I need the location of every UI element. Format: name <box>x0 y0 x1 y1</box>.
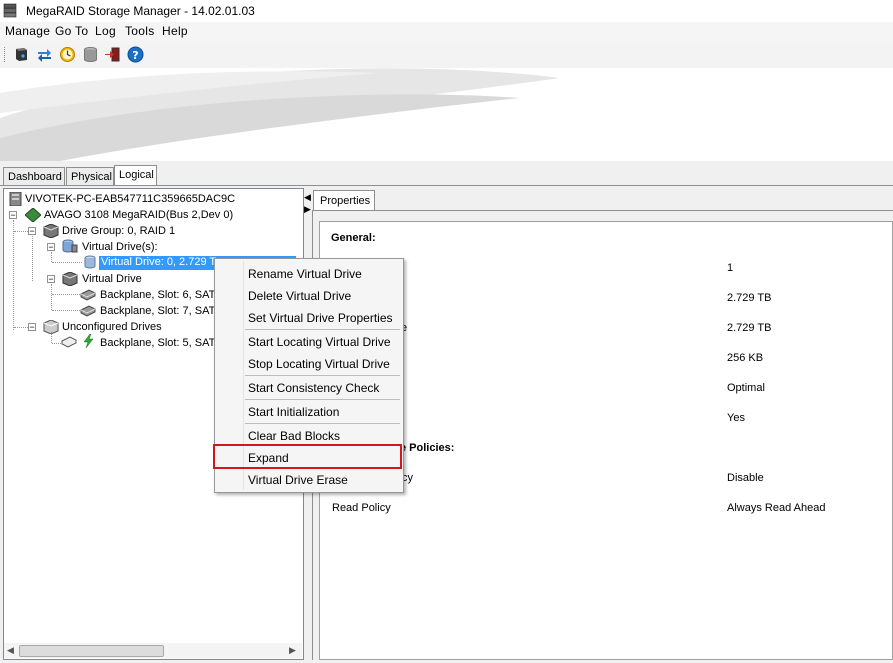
tree-line <box>32 236 33 281</box>
menu-separator <box>245 375 400 376</box>
tree-backplane-slot-5[interactable]: Backplane, Slot: 5, SATA <box>100 337 222 349</box>
tree-line <box>51 284 52 310</box>
tree-drive-group[interactable]: Drive Group: 0, RAID 1 <box>62 225 175 237</box>
tab-physical[interactable]: Physical <box>66 167 114 185</box>
property-value: 1 <box>727 262 734 274</box>
menu-rename-virtual-drive[interactable]: Rename Virtual Drive <box>248 267 362 281</box>
header-banner <box>0 68 893 161</box>
collapse-left-arrow-icon[interactable]: ◀ <box>304 192 311 203</box>
menu-set-virtual-drive-properties[interactable]: Set Virtual Drive Properties <box>248 311 393 325</box>
database-icon[interactable] <box>82 46 99 63</box>
menu-go-to[interactable]: Go To <box>55 24 88 38</box>
tree-backplane-slot-7[interactable]: Backplane, Slot: 7, SATA <box>100 305 222 317</box>
general-heading: General: <box>331 232 376 244</box>
drive-group-icon <box>62 272 78 286</box>
collapse-toggle[interactable]: − <box>28 323 36 332</box>
expand-highlight-box <box>213 444 402 469</box>
virtual-drives-icon <box>62 239 78 253</box>
menu-manage[interactable]: Manage <box>5 24 50 38</box>
virtual-drive-icon <box>84 255 96 269</box>
scroll-left-arrow-icon[interactable]: ◀ <box>7 645 14 656</box>
policies-heading: e Policies: <box>400 442 455 454</box>
controller-icon <box>25 208 41 222</box>
collapse-toggle[interactable]: − <box>47 243 55 252</box>
menu-separator <box>245 399 400 400</box>
tree-controller[interactable]: AVAGO 3108 MegaRAID(Bus 2,Dev 0) <box>44 209 233 221</box>
tree-line <box>51 252 52 262</box>
menu-stop-locating-virtual-drive[interactable]: Stop Locating Virtual Drive <box>248 357 390 371</box>
tab-logical[interactable]: Logical <box>114 165 157 186</box>
svg-text:?: ? <box>132 49 138 62</box>
physical-drive-icon <box>61 336 77 348</box>
property-value: Disable <box>727 472 764 484</box>
server-icon[interactable] <box>13 46 30 63</box>
menu-bar: Manage Go To Log Tools Help <box>0 22 893 41</box>
toolbar-grip <box>4 47 7 62</box>
collapse-toggle[interactable]: − <box>28 227 36 236</box>
read-policy-label: Read Policy <box>332 502 391 514</box>
menu-separator <box>245 329 400 330</box>
tree-line <box>13 220 14 330</box>
tree-horizontal-scrollbar[interactable]: ◀ ▶ <box>4 643 302 658</box>
tree-virtual-drives[interactable]: Virtual Drive(s): <box>82 241 158 253</box>
menu-start-consistency-check[interactable]: Start Consistency Check <box>248 381 379 395</box>
app-server-icon <box>3 3 17 18</box>
tree-virtual-drive[interactable]: Virtual Drive <box>82 273 142 285</box>
help-icon[interactable]: ? <box>127 46 144 63</box>
tree-backplane-slot-6[interactable]: Backplane, Slot: 6, SATA <box>100 289 222 301</box>
clock-icon[interactable] <box>59 46 76 63</box>
menu-start-initialization[interactable]: Start Initialization <box>248 405 339 419</box>
toolbar: ? <box>0 41 893 68</box>
banner-swoosh <box>0 68 560 161</box>
collapse-toggle[interactable]: − <box>9 211 17 220</box>
refresh-icon[interactable] <box>36 46 53 63</box>
tree-unconfigured-drives[interactable]: Unconfigured Drives <box>62 321 162 333</box>
lightning-icon <box>83 334 94 348</box>
drive-group-icon <box>43 224 59 238</box>
menu-separator <box>245 423 400 424</box>
tree-host[interactable]: VIVOTEK-PC-EAB547711C359665DAC9C <box>25 193 235 205</box>
menu-virtual-drive-erase[interactable]: Virtual Drive Erase <box>248 473 348 487</box>
property-value: Optimal <box>727 382 765 394</box>
menu-log[interactable]: Log <box>95 24 116 38</box>
tree-line <box>52 310 80 311</box>
read-policy-value: Always Read Ahead <box>727 502 826 514</box>
menu-clear-bad-blocks[interactable]: Clear Bad Blocks <box>248 429 340 443</box>
collapse-toggle[interactable]: − <box>47 275 55 284</box>
tree-line <box>14 327 28 328</box>
menu-delete-virtual-drive[interactable]: Delete Virtual Drive <box>248 289 351 303</box>
tree-line <box>52 294 80 295</box>
tree-line <box>51 332 52 343</box>
physical-drive-icon <box>80 289 96 301</box>
title-bar: MegaRAID Storage Manager - 14.02.01.03 <box>0 0 893 22</box>
menu-start-locating-virtual-drive[interactable]: Start Locating Virtual Drive <box>248 335 391 349</box>
menu-tools[interactable]: Tools <box>125 24 155 38</box>
scroll-thumb[interactable] <box>19 645 164 657</box>
tree-line <box>14 231 28 232</box>
exit-icon[interactable] <box>104 46 121 63</box>
property-value: 2.729 TB <box>727 322 772 334</box>
expand-right-arrow-icon[interactable]: ▶ <box>304 204 311 215</box>
physical-drive-icon <box>80 305 96 317</box>
property-value: 2.729 TB <box>727 292 772 304</box>
property-value: 256 KB <box>727 352 764 364</box>
tab-properties[interactable]: Properties <box>313 190 375 210</box>
menu-help[interactable]: Help <box>162 24 188 38</box>
tree-line <box>52 343 61 344</box>
properties-box: General: 1 2.729 TB e 2.729 TB 256 KB Op… <box>319 221 893 660</box>
window-title: MegaRAID Storage Manager - 14.02.01.03 <box>26 4 255 18</box>
tab-divider <box>0 185 893 186</box>
tree-line <box>52 262 82 263</box>
tab-dashboard[interactable]: Dashboard <box>3 167 65 185</box>
property-value: Yes <box>727 412 745 424</box>
scroll-right-arrow-icon[interactable]: ▶ <box>289 645 296 656</box>
computer-icon <box>9 192 22 206</box>
